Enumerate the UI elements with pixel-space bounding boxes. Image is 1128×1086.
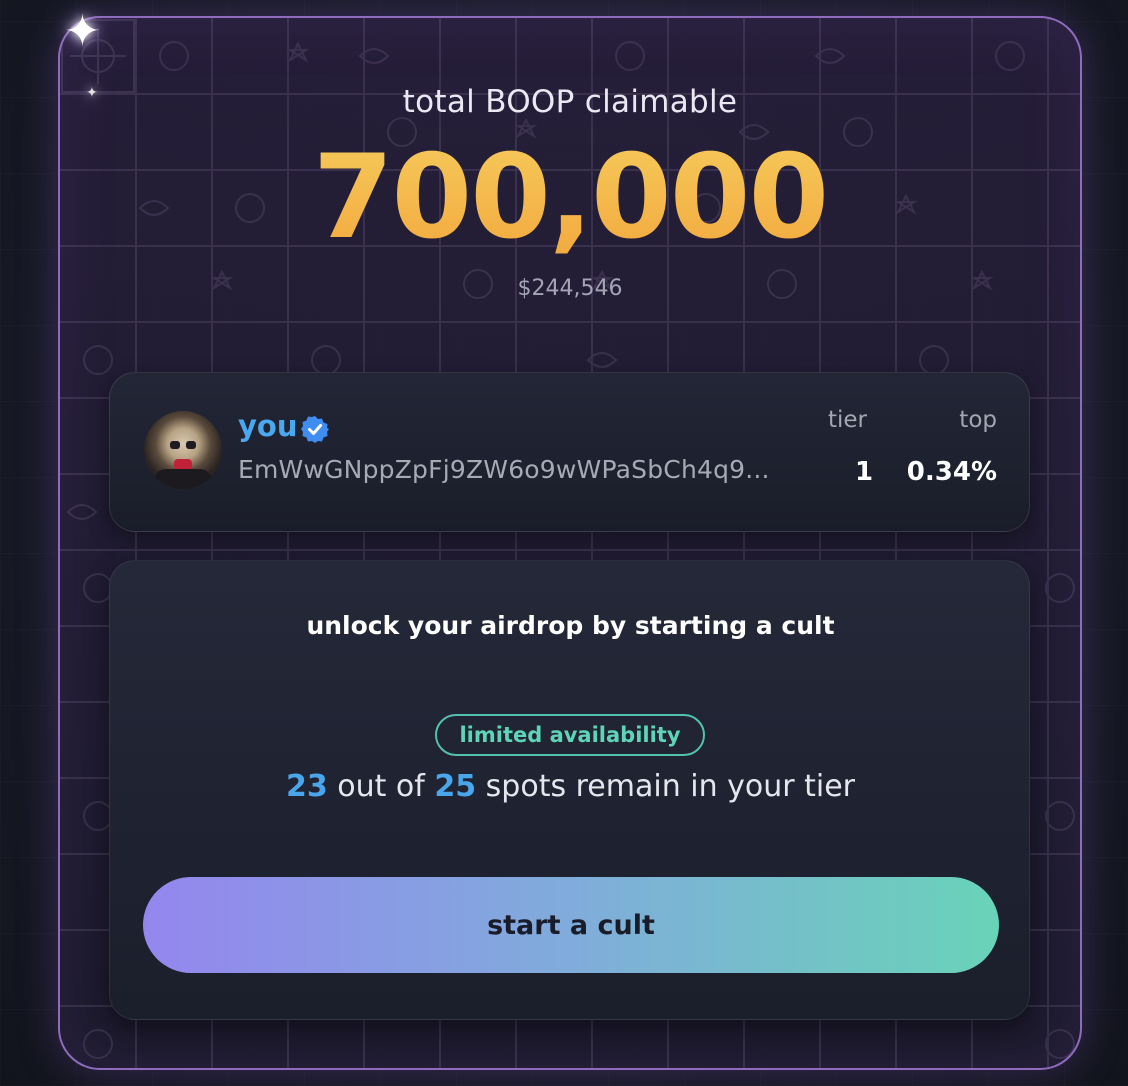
avatar [144, 411, 222, 489]
top-label: top [959, 407, 997, 433]
spots-total-count: 25 [434, 769, 477, 804]
top-percent-value: 0.34% [906, 457, 997, 487]
cult-heading: unlock your airdrop by starting a cult [306, 611, 835, 640]
cult-unlock-card: unlock your airdrop by starting a cult l… [109, 560, 1030, 1020]
verified-check-badge-icon [301, 416, 329, 443]
claim-label: total BOOP claimable [402, 84, 738, 120]
tier-label: tier [828, 407, 868, 433]
start-cult-button[interactable]: start a cult [143, 877, 999, 973]
availability-badge: limited availability [435, 714, 705, 756]
claim-usd-value: $244,546 [517, 276, 623, 301]
spots-mid-text: out of [327, 769, 435, 804]
user-card: you EmWwGNppZpFj9ZW6o9wWPaSbCh4q9... tie… [109, 372, 1030, 532]
spots-suffix-text: spots remain in your tier [476, 769, 856, 804]
spots-remaining-count: 23 [285, 769, 328, 804]
sparkle-icon: ✦ [64, 6, 101, 57]
wallet-address: EmWwGNppZpFj9ZW6o9wWPaSbCh4q9... [238, 455, 770, 484]
claim-amount: 700,000 [58, 136, 1082, 260]
spots-remaining-text: 23 out of 25 spots remain in your tier [110, 769, 1031, 804]
user-name: you [238, 409, 298, 443]
tier-value: 1 [855, 457, 874, 487]
